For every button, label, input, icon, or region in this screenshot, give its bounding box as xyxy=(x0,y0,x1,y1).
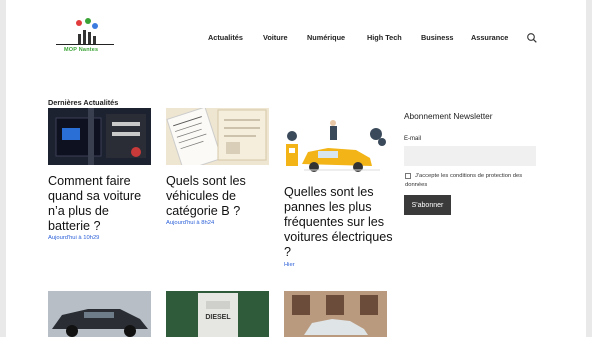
logo-bar xyxy=(88,32,91,44)
email-field[interactable] xyxy=(404,146,536,166)
article-thumb-documents[interactable] xyxy=(166,108,269,165)
logo-bar xyxy=(78,34,81,44)
site-logo[interactable]: MOP Nantes xyxy=(54,18,118,56)
nav-item-business[interactable]: Business xyxy=(421,33,453,42)
subscribe-button[interactable]: S'abonner xyxy=(404,195,451,215)
nav-item-actualites[interactable]: Actualités xyxy=(208,33,243,42)
logo-dot-red xyxy=(76,20,82,26)
article-title[interactable]: Quelles sont les pannes les plus fréquen… xyxy=(284,185,394,260)
consent-checkbox[interactable] xyxy=(405,173,411,179)
article-title[interactable]: Comment faire quand sa voiture n’a plus … xyxy=(48,174,152,234)
article-title[interactable]: Quels sont les véhicules de catégorie B … xyxy=(166,174,270,219)
logo-bar xyxy=(83,30,86,44)
article-thumb-battery[interactable] xyxy=(48,108,151,165)
nav-item-assurance[interactable]: Assurance xyxy=(471,33,508,42)
svg-text:DIESEL: DIESEL xyxy=(205,314,231,321)
article-thumb-electric-car[interactable] xyxy=(284,108,387,179)
consent-text: J'accepte les conditions de protection d… xyxy=(405,172,531,190)
article-thumb-vintage-car[interactable] xyxy=(284,291,387,337)
page: MOP Nantes Actualités Voiture Numérique … xyxy=(6,0,586,337)
email-label: E-mail xyxy=(404,136,421,142)
nav-item-high-tech[interactable]: High Tech xyxy=(367,33,402,42)
logo-dot-green xyxy=(85,18,91,24)
nav-item-voiture[interactable]: Voiture xyxy=(263,33,288,42)
article-date: Hier xyxy=(284,262,295,268)
article-thumb-car[interactable] xyxy=(48,291,151,337)
search-icon[interactable] xyxy=(526,32,538,44)
article-thumb-diesel-pump[interactable]: DIESEL xyxy=(166,291,269,337)
logo-dot-blue xyxy=(92,23,98,29)
article-date: Aujourd'hui à 8h24 xyxy=(166,220,214,226)
newsletter-title: Abonnement Newsletter xyxy=(404,111,493,121)
article-date: Aujourd'hui à 10h29 xyxy=(48,235,99,241)
logo-text: MOP Nantes xyxy=(64,47,98,53)
nav-item-numerique[interactable]: Numérique xyxy=(307,33,345,42)
logo-underline xyxy=(56,44,114,45)
logo-bar xyxy=(93,36,96,44)
section-title: Dernières Actualités xyxy=(48,98,118,107)
